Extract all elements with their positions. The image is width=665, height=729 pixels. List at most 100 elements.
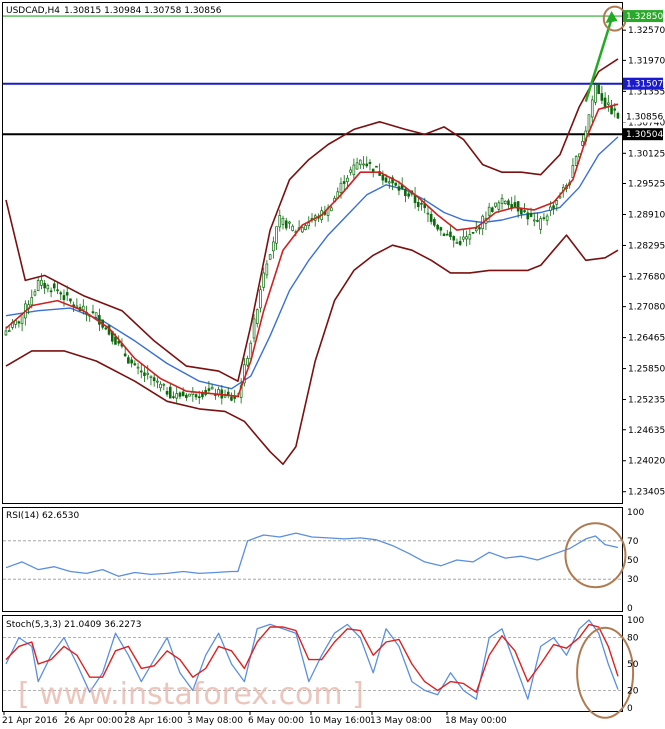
candle-body <box>468 234 472 240</box>
candle-body <box>339 182 343 193</box>
candle-body <box>500 197 504 204</box>
candle-body <box>478 227 481 230</box>
candle-body <box>4 330 8 336</box>
candle-body <box>139 370 143 373</box>
candle-body <box>56 289 59 292</box>
candle-body <box>262 272 265 288</box>
price-tick-label: 1.24635 <box>628 426 665 436</box>
time-tick-label: 28 Apr 16:00 <box>124 716 183 726</box>
candle-body <box>526 212 530 220</box>
candle-body <box>281 217 285 225</box>
resistance-price-tag: 1.31507 <box>626 80 663 90</box>
candle-body <box>503 200 507 205</box>
candle-body <box>65 292 69 296</box>
candle-body <box>46 285 50 290</box>
candle-body <box>545 215 549 221</box>
time-tick-label: 18 May 00:00 <box>445 716 507 726</box>
candle-body <box>91 311 95 314</box>
candle-body <box>288 221 291 224</box>
candle-body <box>455 242 459 244</box>
candle-body <box>404 188 407 197</box>
candle-body <box>156 380 159 383</box>
rsi-title: RSI(14) 62.6530 <box>6 511 79 521</box>
candle-body <box>491 207 494 212</box>
candle-body <box>197 396 201 399</box>
candle-body <box>394 182 398 186</box>
price-tick-label: 1.29525 <box>628 180 665 190</box>
candle <box>268 253 272 260</box>
price-tick-label: 1.25850 <box>628 365 665 375</box>
candle-body <box>532 219 536 222</box>
usdcad-h4-chart: 1.325701.319701.313551.307401.301251.295… <box>0 0 665 729</box>
candle-body <box>574 156 578 166</box>
candle-body <box>278 215 282 228</box>
candle-body <box>552 205 555 209</box>
candle-body <box>420 202 423 205</box>
candle-body <box>436 224 439 230</box>
candle-body <box>494 202 497 207</box>
candle-body <box>130 359 133 364</box>
candle-body <box>355 162 359 170</box>
stoch-tick-label: 0 <box>627 704 633 714</box>
candle-body <box>172 396 175 398</box>
candle-body <box>133 363 137 366</box>
candle-body <box>616 113 620 119</box>
candle-body <box>181 391 185 397</box>
candle-body <box>407 193 410 197</box>
candle-body <box>69 298 72 302</box>
candle-body <box>555 200 559 205</box>
stoch-tick-label: 100 <box>627 616 644 626</box>
candle-body <box>52 283 56 289</box>
candle-body <box>516 201 520 212</box>
candle-body <box>536 220 539 222</box>
candle-body <box>330 207 333 212</box>
candle-body <box>349 169 352 173</box>
candle-body <box>497 202 501 210</box>
candle-body <box>188 393 191 397</box>
candle-body <box>259 289 262 309</box>
rsi-tick-label: 30 <box>627 575 639 585</box>
candle-body <box>168 386 172 399</box>
target-price-tag: 1.32850 <box>626 12 663 22</box>
candle-body <box>539 218 542 230</box>
candle-body <box>507 200 510 206</box>
candle-body <box>520 208 523 215</box>
candle-body <box>358 159 362 166</box>
candle-body <box>487 206 491 216</box>
candle-body <box>159 383 162 389</box>
support-price-tag: 1.30504 <box>626 130 663 140</box>
candle-body <box>471 231 475 234</box>
candle-body <box>36 280 40 291</box>
candle <box>375 165 378 168</box>
candle-body <box>62 295 66 301</box>
time-tick-label: 13 May 08:00 <box>370 716 432 726</box>
candle-body <box>304 225 307 230</box>
candle-body <box>255 309 259 324</box>
candle-body <box>513 202 517 208</box>
candle-body <box>252 318 256 339</box>
candle-body <box>549 206 552 211</box>
candle-body <box>59 292 63 295</box>
candle-body <box>40 280 43 286</box>
candle <box>594 82 597 106</box>
candle-body <box>607 102 610 105</box>
candle-body <box>246 358 249 366</box>
time-tick-label: 6 May 00:00 <box>248 716 304 726</box>
time-tick-label: 3 May 08:00 <box>187 716 243 726</box>
candle <box>301 226 304 234</box>
price-tick-label: 1.26465 <box>628 334 665 344</box>
candle-body <box>81 305 85 311</box>
price-tick-label: 1.28910 <box>628 210 665 220</box>
candle-body <box>136 366 140 369</box>
stoch-tick-label: 80 <box>627 634 639 644</box>
candle-body <box>43 282 46 289</box>
time-tick-label: 26 Apr 00:00 <box>64 716 123 726</box>
candle-body <box>143 372 146 376</box>
price-tick-label: 1.24020 <box>628 457 665 467</box>
candle-body <box>165 391 169 395</box>
candle-body <box>185 394 188 398</box>
rsi-tick-label: 0 <box>627 604 633 614</box>
candle-body <box>20 314 24 325</box>
candle-body <box>162 383 166 386</box>
candle <box>94 312 98 319</box>
